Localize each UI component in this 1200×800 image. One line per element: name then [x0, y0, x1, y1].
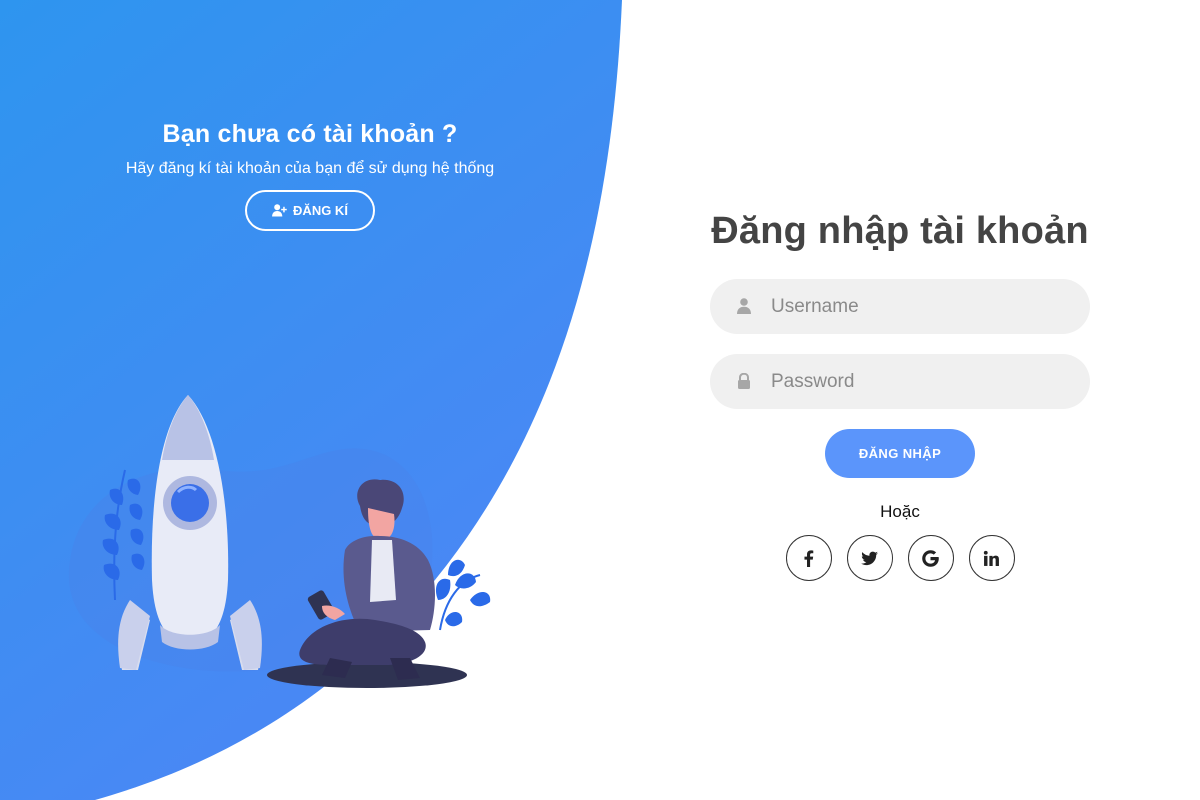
twitter-icon: [861, 551, 878, 565]
rocket-person-illustration: [68, 395, 491, 688]
password-field[interactable]: [710, 354, 1090, 409]
signup-title: Bạn chưa có tài khoản ?: [162, 120, 458, 148]
twitter-button[interactable]: [846, 535, 893, 581]
user-plus-icon: [272, 204, 287, 217]
signup-subtitle: Hãy đăng kí tài khoản của bạn để sử dụng…: [125, 160, 495, 177]
user-icon: [737, 298, 751, 314]
username-input[interactable]: [710, 279, 1090, 334]
lock-icon: [738, 373, 750, 389]
google-icon: [922, 549, 939, 567]
linkedin-button[interactable]: [968, 535, 1015, 581]
username-field[interactable]: [710, 279, 1090, 334]
password-input[interactable]: [710, 354, 1090, 409]
signup-button-label: ĐĂNG KÍ: [293, 203, 348, 218]
or-separator: Hoặc: [880, 502, 920, 521]
linkedin-icon: [983, 550, 999, 566]
google-button[interactable]: [907, 535, 954, 581]
login-button[interactable]: ĐĂNG NHẬP: [825, 429, 975, 478]
login-title: Đăng nhập tài khoản: [711, 210, 1089, 252]
signup-button[interactable]: ĐĂNG KÍ: [245, 190, 375, 231]
social-login-group: [700, 535, 1100, 581]
login-panel: Đăng nhập tài khoản ĐĂNG NHẬP Hoặc: [700, 210, 1100, 581]
facebook-button[interactable]: [785, 535, 832, 581]
right-plant-icon: [435, 559, 491, 631]
ground-shadow: [267, 662, 467, 688]
signup-panel: Bạn chưa có tài khoản ? Hãy đăng kí tài …: [60, 120, 560, 231]
facebook-icon: [804, 549, 814, 567]
